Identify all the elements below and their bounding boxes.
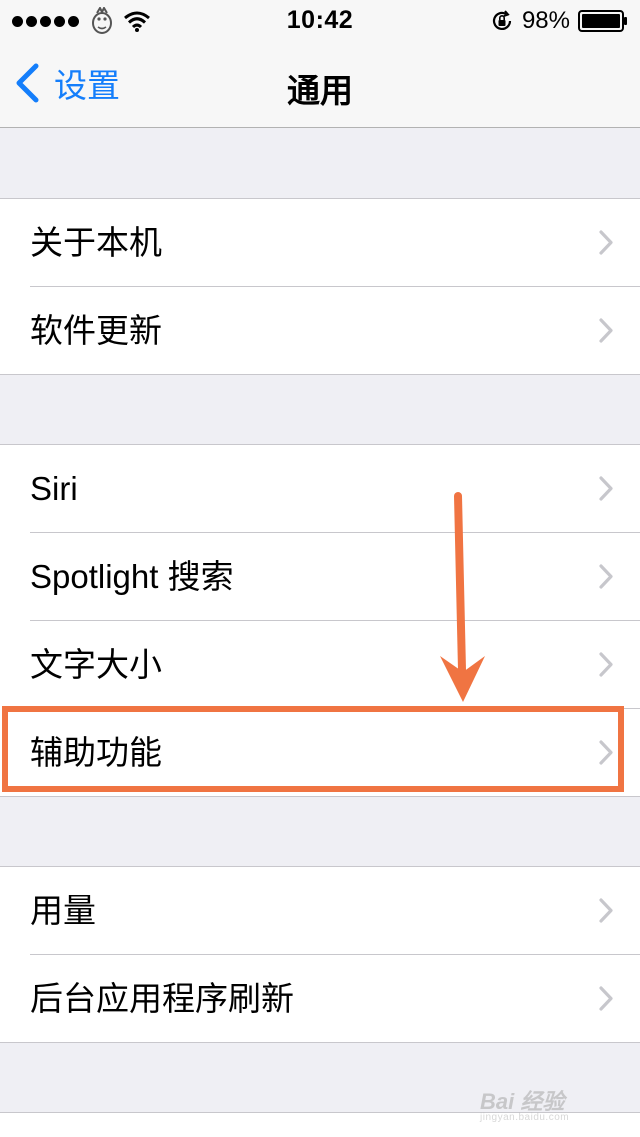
chevron-right-icon <box>599 898 613 923</box>
page-title: 通用 <box>287 72 353 109</box>
settings-group-about: 关于本机 软件更新 <box>0 198 640 375</box>
rotation-lock-icon <box>492 10 512 30</box>
chevron-right-icon <box>599 476 613 501</box>
list-item-label: 软件更新 <box>30 312 162 349</box>
list-item-label: 后台应用程序刷新 <box>30 980 294 1017</box>
list-item-text-size[interactable]: 文字大小 <box>30 620 640 708</box>
list-item-label: 用量 <box>30 892 96 929</box>
watermark-url: jingyan.baidu.com <box>480 1112 570 1123</box>
navigation-bar: 设置 通用 <box>0 40 640 128</box>
chevron-right-icon <box>599 230 613 255</box>
settings-group-usage: 用量 后台应用程序刷新 <box>0 866 640 1043</box>
battery-percent: 98% <box>521 7 570 34</box>
chevron-right-icon <box>599 564 613 589</box>
settings-group-features: Siri Spotlight 搜索 文字大小 辅助功能 <box>0 444 640 797</box>
chevron-right-icon <box>599 740 613 765</box>
chevron-right-icon <box>599 986 613 1011</box>
watermark: Bai 经验 jingyan.baidu.com <box>480 1080 610 1128</box>
list-item-label: 文字大小 <box>30 646 162 683</box>
list-item-background-app-refresh[interactable]: 后台应用程序刷新 <box>30 954 640 1042</box>
list-item-label: 辅助功能 <box>30 734 162 771</box>
list-item-accessibility[interactable]: 辅助功能 <box>30 708 640 796</box>
list-item-spotlight-search[interactable]: Spotlight 搜索 <box>30 532 640 620</box>
list-item-label: 关于本机 <box>30 224 162 261</box>
status-right: 98% <box>490 7 628 35</box>
list-item-usage[interactable]: 用量 <box>0 867 640 954</box>
chevron-right-icon <box>599 318 613 343</box>
chevron-right-icon <box>599 652 613 677</box>
list-item-about[interactable]: 关于本机 <box>0 199 640 286</box>
battery-icon <box>578 10 627 32</box>
status-bar: 10:42 98% <box>0 0 640 40</box>
list-item-label: Spotlight 搜索 <box>30 558 234 595</box>
list-item-label: Siri <box>30 470 78 507</box>
list-item-software-update[interactable]: 软件更新 <box>30 286 640 374</box>
list-item-siri[interactable]: Siri <box>0 445 640 532</box>
